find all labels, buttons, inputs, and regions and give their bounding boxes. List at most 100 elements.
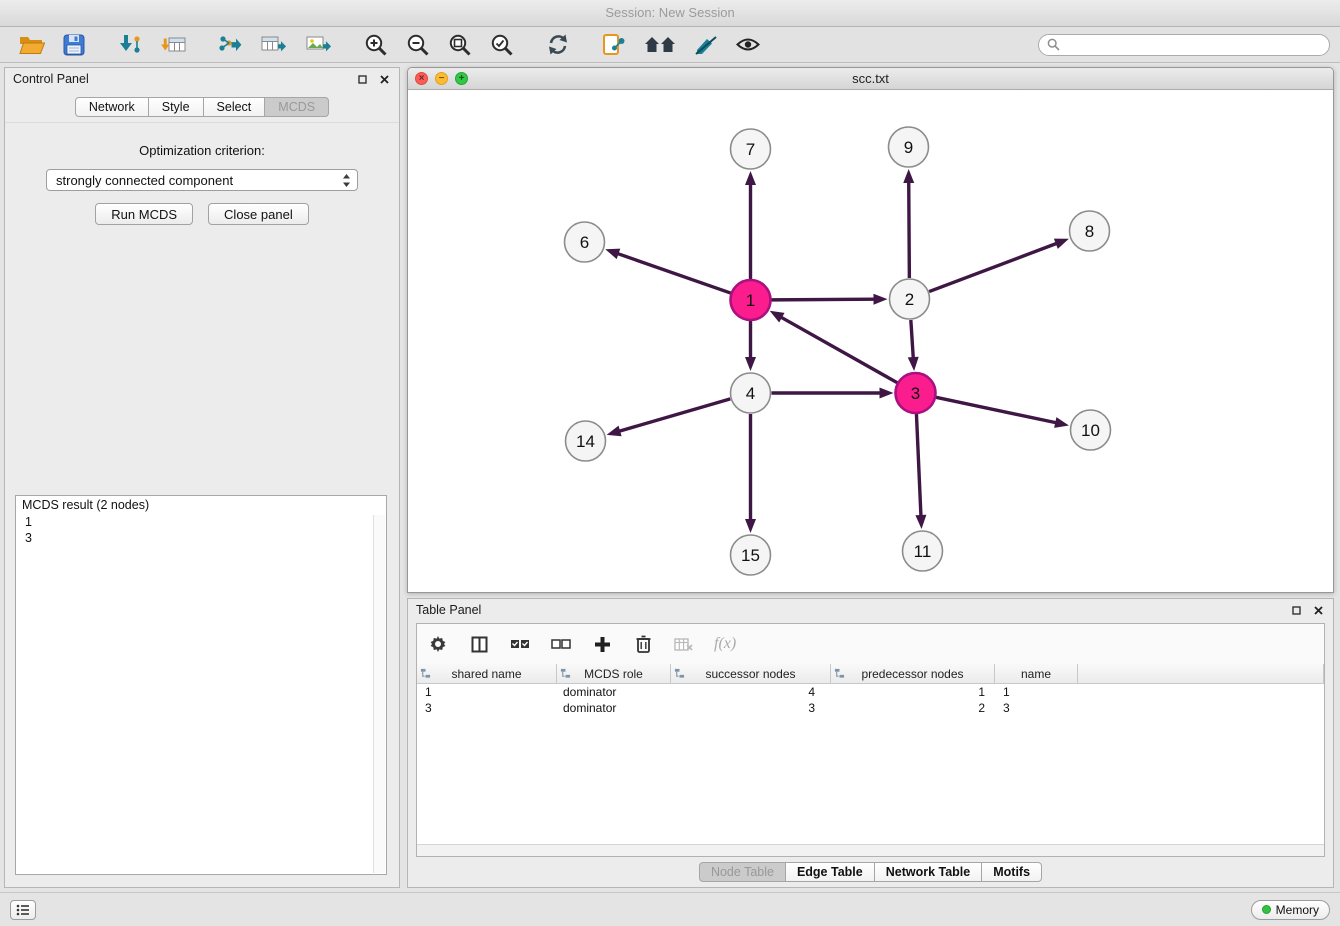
edge-line[interactable] [936,397,1056,422]
save-icon[interactable] [59,30,89,60]
network-window-titlebar: × − + scc.txt [408,68,1333,90]
mcds-result-list[interactable]: 1 3 [16,513,386,874]
optimization-criterion-label: Optimization criterion: [5,143,399,158]
search-input[interactable] [1065,38,1321,52]
mcds-panel-content: Optimization criterion: strongly connect… [5,122,399,887]
column-header-shared-name[interactable]: shared name [417,664,557,684]
window-titlebar: Session: New Session [0,0,1340,27]
result-line: 1 [25,514,372,530]
tab-network[interactable]: Network [75,97,149,117]
delete-column-icon[interactable] [632,633,654,655]
table-cell[interactable]: 1 [995,684,1078,700]
zoom-selected-icon[interactable] [486,30,518,60]
edge-line[interactable] [909,182,910,278]
network-canvas[interactable]: 7968124314101511 [408,90,1333,592]
close-panel-icon[interactable] [1311,603,1325,617]
zoom-in-icon[interactable] [360,30,392,60]
edge-line[interactable] [618,254,731,294]
export-image-icon[interactable] [302,30,336,60]
table-cell[interactable]: 1 [417,684,557,700]
tab-select[interactable]: Select [204,97,266,117]
table-cell[interactable]: 3 [417,700,557,716]
float-panel-icon[interactable] [355,72,369,86]
minimize-window-button[interactable]: − [435,72,448,85]
deselect-all-icon[interactable] [550,633,572,655]
edge-arrow [745,171,756,185]
table-cell[interactable]: dominator [557,700,671,716]
column-header-predecessor-nodes[interactable]: predecessor nodes [831,664,995,684]
tab-mcds[interactable]: MCDS [265,97,329,117]
select-all-icon[interactable] [509,633,531,655]
edge-arrow [770,311,785,323]
sort-icon [834,668,845,679]
show-columns-icon[interactable] [468,633,490,655]
export-table-icon[interactable] [257,30,292,60]
graph-node-label: 11 [914,542,932,561]
column-header-label: successor nodes [705,667,795,681]
run-mcds-button[interactable]: Run MCDS [95,203,193,225]
table-row[interactable]: 3dominator323 [417,700,1324,716]
home-glyph [644,35,676,55]
column-header-successor-nodes[interactable]: successor nodes [671,664,831,684]
delete-table-icon[interactable] [673,633,695,655]
column-header-label: MCDS role [584,667,643,681]
maximize-window-button[interactable]: + [455,72,468,85]
table-cell[interactable]: 4 [671,684,831,700]
export-image-glyph [306,34,332,56]
table-cell[interactable]: 3 [995,700,1078,716]
column-header-mcds-role[interactable]: MCDS role [557,664,671,684]
table-hscrollbar[interactable] [417,844,1324,856]
edge-line[interactable] [911,320,913,358]
column-header-label: shared name [451,667,521,681]
control-panel-tabs: Network Style Select MCDS [5,90,399,122]
table-panel-tabs: Node Table Edge Table Network Table Moti… [408,857,1333,887]
tab-motifs[interactable]: Motifs [982,862,1042,882]
float-panel-icon[interactable] [1289,603,1303,617]
table-cell[interactable]: 1 [831,684,995,700]
memory-button[interactable]: Memory [1251,900,1330,920]
sort-icon [560,668,571,679]
export-network-icon[interactable] [214,30,247,60]
edge-line[interactable] [771,299,874,300]
table-row[interactable]: 1dominator411 [417,684,1324,700]
import-table-icon[interactable] [156,30,190,60]
zoom-fit-icon[interactable] [444,30,476,60]
refresh-icon[interactable] [542,30,574,60]
edge-line[interactable] [929,243,1057,291]
table-cell[interactable]: dominator [557,684,671,700]
open-file-icon[interactable] [15,30,49,60]
table-cell[interactable]: 2 [831,700,995,716]
table-cell[interactable]: 3 [671,700,831,716]
close-panel-button[interactable]: Close panel [208,203,309,225]
visibility-icon[interactable] [732,30,764,60]
table-toolbar: f(x) [417,624,1324,664]
tab-network-table[interactable]: Network Table [875,862,983,882]
result-line: 3 [25,530,372,546]
annotation-icon[interactable] [690,30,722,60]
tab-edge-table[interactable]: Edge Table [786,862,875,882]
edge-line[interactable] [619,399,730,431]
edge-arrow [880,388,894,399]
import-network-icon[interactable] [113,30,146,60]
criterion-dropdown[interactable]: strongly connected component [46,169,358,191]
edge-line[interactable] [916,414,921,516]
edge-line[interactable] [781,317,897,383]
tab-node-table[interactable]: Node Table [699,862,786,882]
tab-style[interactable]: Style [149,97,204,117]
import-table-glyph [160,34,186,56]
table-settings-icon[interactable] [427,633,449,655]
open-session-icon[interactable] [598,30,630,60]
add-column-icon[interactable] [591,633,613,655]
column-header-name[interactable]: name [995,664,1078,684]
close-panel-icon[interactable] [377,72,391,86]
task-history-button[interactable] [10,900,36,920]
result-scrollbar[interactable] [373,515,385,873]
open-folder-icon [19,35,45,55]
close-window-button[interactable]: × [415,72,428,85]
function-builder-icon[interactable]: f(x) [714,635,736,653]
home-network-icon[interactable] [640,30,680,60]
network-window: × − + scc.txt 7968124314101511 [407,67,1334,593]
search-field[interactable] [1038,34,1330,56]
edge-arrow [915,515,926,529]
zoom-out-icon[interactable] [402,30,434,60]
